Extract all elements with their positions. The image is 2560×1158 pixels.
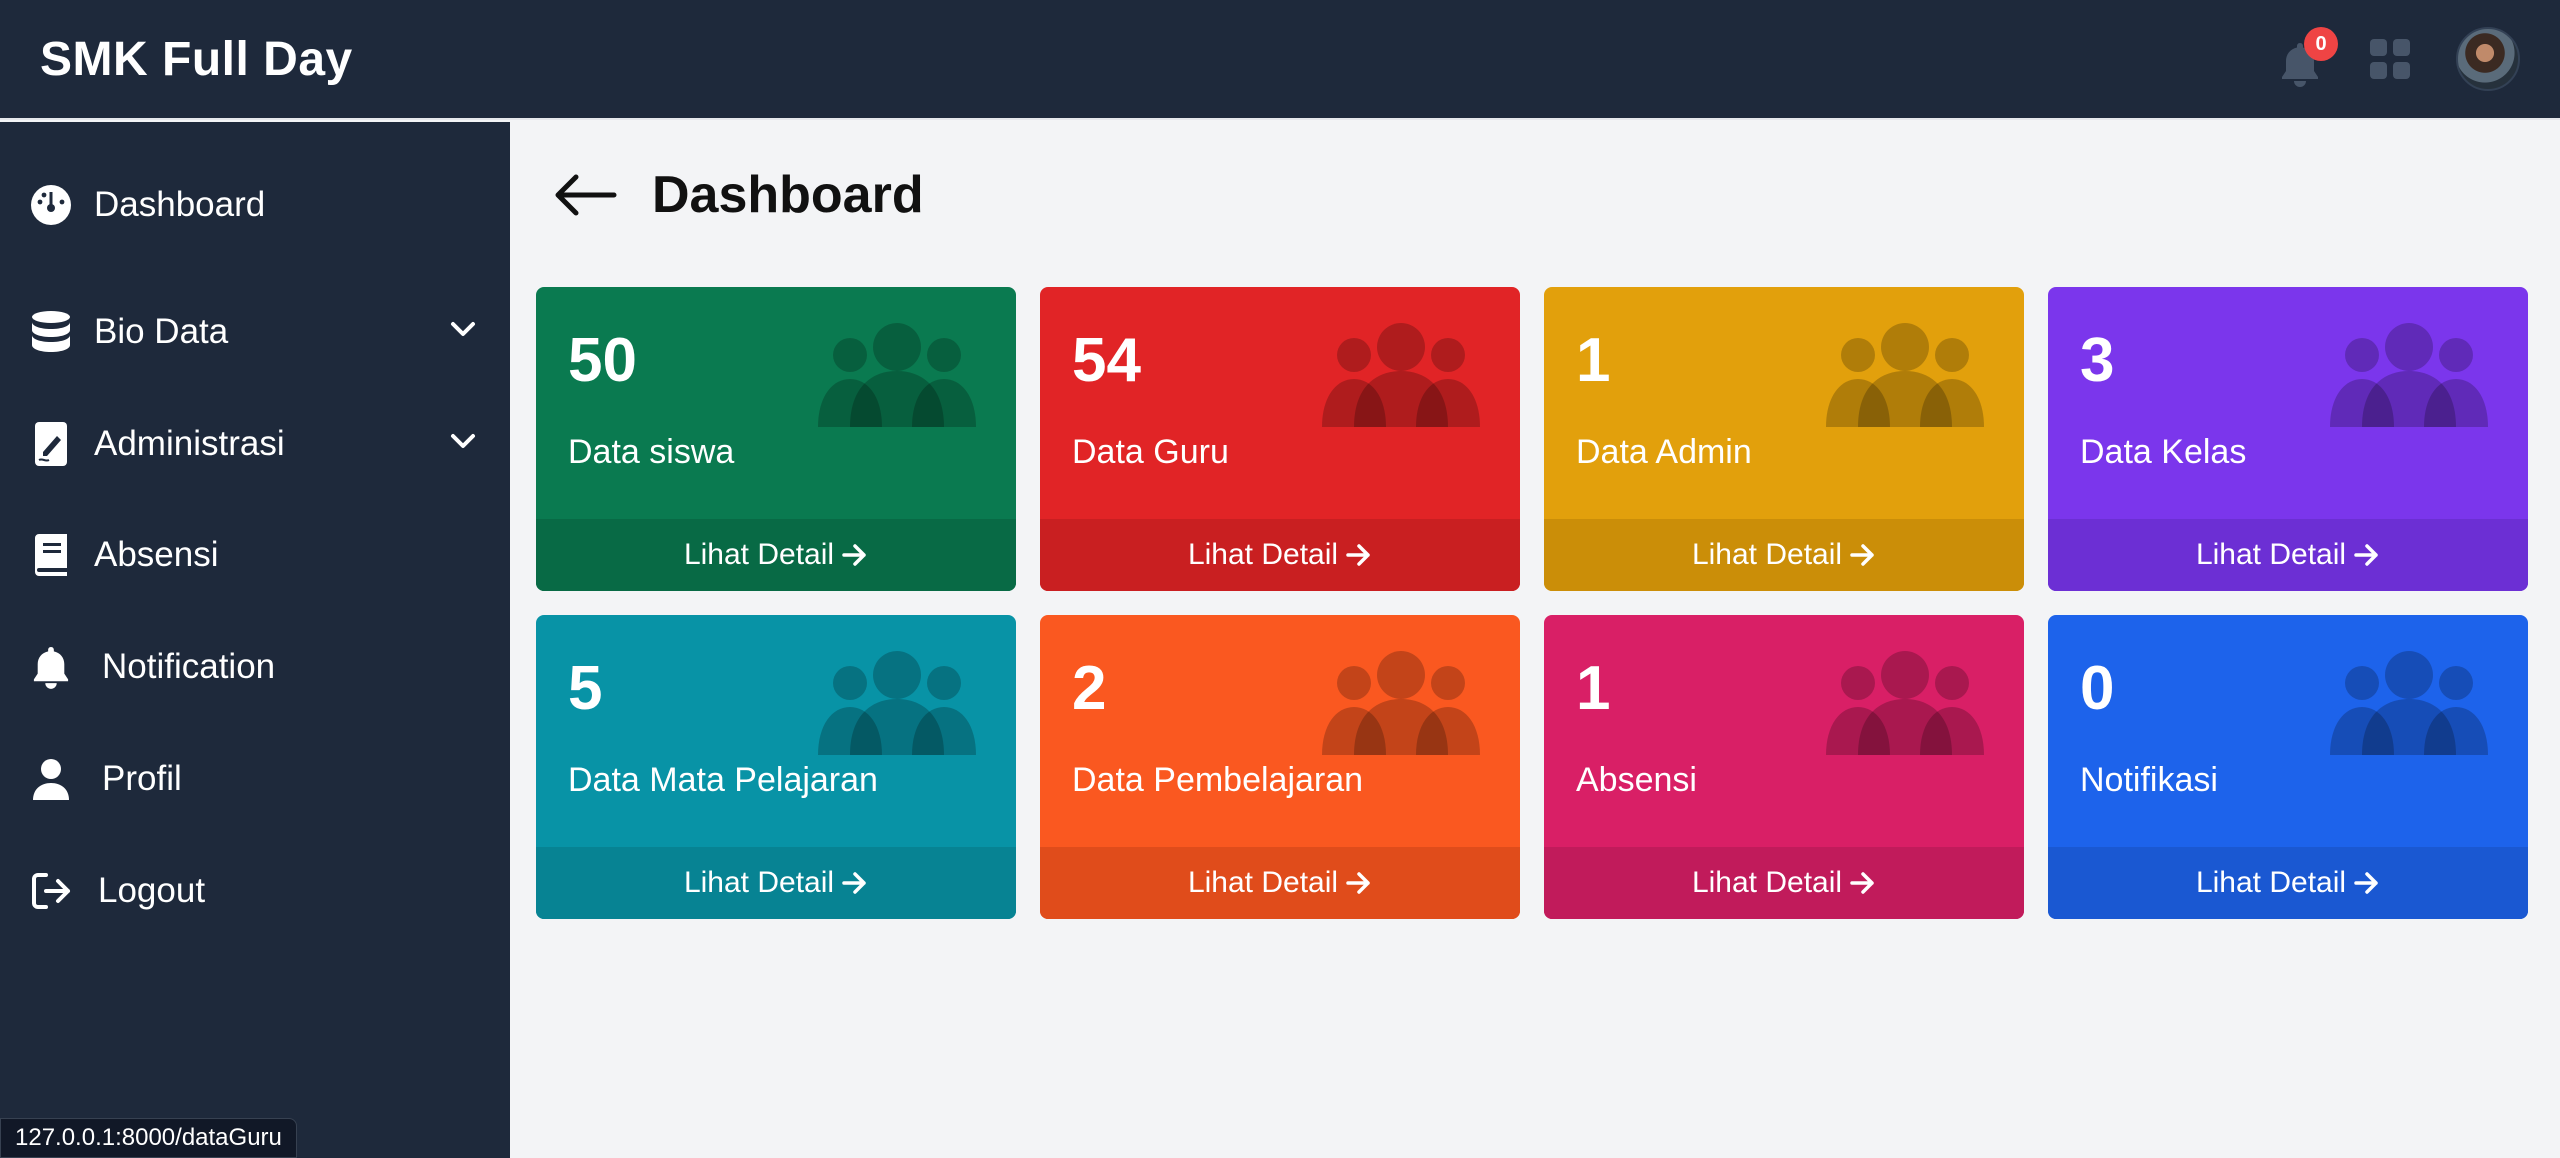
page-header: Dashboard xyxy=(552,165,924,225)
stat-label: Data Pembelajaran xyxy=(1072,761,1364,799)
view-detail-label: Lihat Detail xyxy=(1187,538,1339,571)
stat-card-mata-pelajaran: 5 Data Mata Pelajaran Lihat Detail xyxy=(536,615,1016,919)
view-detail-link[interactable]: Lihat Detail xyxy=(1040,847,1520,919)
stat-value: 54 xyxy=(1072,326,1141,395)
sidebar-item-dashboard[interactable]: Dashboard xyxy=(28,170,478,240)
sidebar-item-notification[interactable]: Notification xyxy=(28,632,478,702)
page-title: Dashboard xyxy=(652,166,924,224)
stat-label: Absensi xyxy=(1576,761,1697,799)
view-detail-label: Lihat Detail xyxy=(683,538,835,571)
users-icon xyxy=(1826,651,1984,755)
arrow-right-icon xyxy=(1346,544,1370,566)
view-detail-link[interactable]: Lihat Detail xyxy=(536,847,1016,919)
arrow-right-icon xyxy=(1346,872,1370,894)
file-signature-icon xyxy=(28,421,74,467)
chevron-down-icon[interactable] xyxy=(448,314,478,344)
stat-value: 1 xyxy=(1576,654,1611,723)
arrow-right-icon xyxy=(1850,872,1874,894)
sidebar-item-logout[interactable]: Logout xyxy=(28,856,478,926)
back-arrow-icon[interactable] xyxy=(552,173,618,217)
users-icon xyxy=(1826,323,1984,427)
top-icons: 0 xyxy=(2276,27,2520,91)
stat-value: 3 xyxy=(2080,326,2115,395)
sidebar-item-label: Profil xyxy=(102,759,182,798)
sidebar-item-label: Dashboard xyxy=(94,185,266,224)
view-detail-label: Lihat Detail xyxy=(2195,538,2347,571)
users-icon xyxy=(1322,651,1480,755)
view-detail-label: Lihat Detail xyxy=(683,866,835,899)
stat-label: Data Mata Pelajaran xyxy=(568,761,878,799)
sidebar-item-label: Absensi xyxy=(94,535,219,574)
arrow-right-icon xyxy=(842,872,866,894)
stat-value: 50 xyxy=(568,326,637,395)
apps-grid-button[interactable] xyxy=(2370,39,2410,79)
book-icon xyxy=(28,532,74,578)
browser-status-url: 127.0.0.1:8000/dataGuru xyxy=(0,1118,297,1158)
view-detail-label: Lihat Detail xyxy=(2195,866,2347,899)
sidebar-item-label: Bio Data xyxy=(94,312,229,351)
stat-card-kelas: 3 Data Kelas Lihat Detail xyxy=(2048,287,2528,591)
stat-value: 2 xyxy=(1072,654,1107,723)
bell-icon xyxy=(28,644,74,690)
top-navbar: SMK Full Day 0 xyxy=(0,0,2560,120)
arrow-right-icon xyxy=(2354,872,2378,894)
sidebar: Dashboard Bio Data Administrasi Absensi … xyxy=(0,122,510,1158)
view-detail-link[interactable]: Lihat Detail xyxy=(2048,847,2528,919)
arrow-right-icon xyxy=(2354,544,2378,566)
sidebar-item-administrasi[interactable]: Administrasi xyxy=(28,409,478,479)
stat-card-admin: 1 Data Admin Lihat Detail xyxy=(1544,287,2024,591)
stat-value: 5 xyxy=(568,654,603,723)
stat-card-siswa: 50 Data siswa Lihat Detail xyxy=(536,287,1016,591)
view-detail-link[interactable]: Lihat Detail xyxy=(1544,519,2024,591)
view-detail-link[interactable]: Lihat Detail xyxy=(536,519,1016,591)
view-detail-link[interactable]: Lihat Detail xyxy=(2048,519,2528,591)
view-detail-link[interactable]: Lihat Detail xyxy=(1040,519,1520,591)
sidebar-item-profil[interactable]: Profil xyxy=(28,744,478,814)
database-icon xyxy=(28,309,74,355)
stat-label: Data Admin xyxy=(1576,433,1752,471)
arrow-right-icon xyxy=(842,544,866,566)
grid-icon xyxy=(2370,39,2410,79)
notification-bell-button[interactable]: 0 xyxy=(2276,27,2338,87)
user-avatar[interactable] xyxy=(2456,27,2520,91)
stat-card-guru: 54 Data Guru Lihat Detail xyxy=(1040,287,1520,591)
users-icon xyxy=(1322,323,1480,427)
logout-icon xyxy=(28,868,74,914)
sidebar-item-label: Logout xyxy=(98,871,206,910)
user-icon xyxy=(28,756,74,802)
stat-label: Data siswa xyxy=(568,433,735,471)
users-icon xyxy=(818,651,976,755)
view-detail-link[interactable]: Lihat Detail xyxy=(1544,847,2024,919)
sidebar-item-bio-data[interactable]: Bio Data xyxy=(28,297,478,367)
users-icon xyxy=(818,323,976,427)
notification-badge: 0 xyxy=(2304,27,2338,61)
stat-label: Data Kelas xyxy=(2080,433,2247,471)
view-detail-label: Lihat Detail xyxy=(1691,866,1843,899)
view-detail-label: Lihat Detail xyxy=(1187,866,1339,899)
stat-label: Notifikasi xyxy=(2080,761,2218,799)
users-icon xyxy=(2330,651,2488,755)
gauge-icon xyxy=(28,182,74,228)
brand-title[interactable]: SMK Full Day xyxy=(40,32,353,87)
sidebar-item-label: Administrasi xyxy=(94,424,285,463)
sidebar-item-label: Notification xyxy=(102,647,276,686)
chevron-down-icon[interactable] xyxy=(448,426,478,456)
stat-value: 1 xyxy=(1576,326,1611,395)
sidebar-item-absensi[interactable]: Absensi xyxy=(28,520,478,590)
users-icon xyxy=(2330,323,2488,427)
view-detail-label: Lihat Detail xyxy=(1691,538,1843,571)
arrow-right-icon xyxy=(1850,544,1874,566)
stat-card-notifikasi: 0 Notifikasi Lihat Detail xyxy=(2048,615,2528,919)
stat-card-pembelajaran: 2 Data Pembelajaran Lihat Detail xyxy=(1040,615,1520,919)
stat-value: 0 xyxy=(2080,654,2115,723)
stat-card-absensi: 1 Absensi Lihat Detail xyxy=(1544,615,2024,919)
stat-label: Data Guru xyxy=(1072,433,1229,471)
